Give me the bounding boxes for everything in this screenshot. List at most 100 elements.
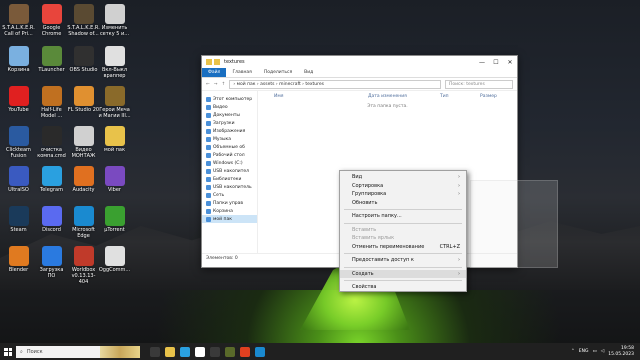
desktop-icon[interactable]: Корзина: [2, 44, 35, 73]
desktop-icon[interactable]: FL Studio 20: [67, 84, 100, 113]
nav-item[interactable]: Объемные об: [202, 143, 257, 151]
column-date[interactable]: Дата изменения: [368, 94, 440, 99]
nav-item[interactable]: Папки управ: [202, 199, 257, 207]
context-menu-item[interactable]: Настроить папку...: [340, 212, 466, 221]
taskbar-search[interactable]: ⌕ Поиск: [16, 345, 140, 358]
nav-item[interactable]: Windows (C:): [202, 159, 257, 167]
taskbar-app-icon[interactable]: [240, 346, 250, 357]
desktop-icon[interactable]: Clickteam Fusion: [2, 124, 35, 159]
desktop-icon[interactable]: Изменить сетку 5 и...: [98, 2, 131, 37]
context-menu-item[interactable]: Сортировка ›: [340, 182, 466, 191]
nav-item[interactable]: USB накопитель: [202, 183, 257, 191]
taskbar-app-icon[interactable]: [180, 346, 190, 357]
column-size[interactable]: Размер: [480, 94, 497, 99]
maximize-button[interactable]: ☐: [489, 59, 503, 66]
desktop-icon[interactable]: µTorrent: [98, 204, 131, 233]
desktop-icon-label: Worldbox v0.13.13-404: [71, 267, 96, 285]
taskbar-app-icon[interactable]: [165, 346, 175, 357]
minimize-button[interactable]: —: [475, 59, 489, 66]
context-menu-item[interactable]: Предоставить доступ к ›: [340, 256, 466, 265]
start-button[interactable]: [0, 343, 16, 360]
menu-separator: [344, 209, 462, 210]
tab-home[interactable]: Главная: [226, 70, 257, 75]
desktop-icon[interactable]: UltraISO: [2, 164, 35, 193]
context-menu-item[interactable]: Вид ›: [340, 173, 466, 182]
taskbar-app-icon[interactable]: [210, 346, 220, 357]
nav-item[interactable]: Музыка: [202, 135, 257, 143]
desktop-icon-label: Google Chrome: [41, 25, 62, 37]
tab-view[interactable]: Вид: [298, 70, 319, 75]
nav-item[interactable]: мой пак: [202, 215, 257, 223]
forward-arrow-icon[interactable]: →: [214, 82, 218, 87]
nav-item[interactable]: Этот компьютер: [202, 95, 257, 103]
nav-item[interactable]: Изображения: [202, 127, 257, 135]
column-name[interactable]: Имя: [274, 94, 368, 99]
folder-icon: [206, 104, 211, 110]
desktop-icon[interactable]: Герои Меча и Магии III...: [98, 84, 131, 119]
nav-item[interactable]: Рабочий стол: [202, 151, 257, 159]
nav-item[interactable]: Видео: [202, 103, 257, 111]
desktop-icon[interactable]: OBS Studio: [67, 44, 100, 73]
search-input[interactable]: Поиск: textures: [445, 79, 513, 89]
nav-item[interactable]: USB накопител: [202, 167, 257, 175]
desktop-icon[interactable]: Worldbox v0.13.13-404: [67, 244, 100, 285]
folder-icon: [206, 152, 211, 158]
app-icon: [8, 4, 29, 24]
app-icon: [73, 4, 94, 24]
nav-item[interactable]: Корзина: [202, 207, 257, 215]
taskbar: ⌕ Поиск ⌃ ENG ▭ ◁ 19:58 15.05.2023: [0, 343, 640, 360]
quick-access-toolbar[interactable]: [206, 59, 220, 65]
desktop-icon-label: Clickteam Fusion: [6, 147, 31, 159]
desktop-icon[interactable]: Audacity: [67, 164, 100, 193]
taskbar-app-icon[interactable]: [195, 346, 205, 357]
context-menu-item[interactable]: Создать ›: [340, 269, 466, 278]
taskbar-app-icon[interactable]: [150, 346, 160, 357]
desktop-icon[interactable]: YouTube: [2, 84, 35, 113]
tab-share[interactable]: Поделиться: [258, 70, 298, 75]
app-icon: [73, 86, 94, 106]
desktop-icon[interactable]: мой пак: [98, 124, 131, 153]
desktop-icon[interactable]: Видео МОНТАЖ: [67, 124, 100, 159]
taskbar-app-icon[interactable]: [255, 346, 265, 357]
desktop-icon[interactable]: Viber: [98, 164, 131, 193]
desktop-icon[interactable]: Blender: [2, 244, 35, 273]
app-icon: [8, 166, 29, 186]
desktop-icon[interactable]: Telegram: [35, 164, 68, 193]
column-headers: Имя Дата изменения Тип Размер: [258, 91, 517, 101]
address-bar[interactable]: › мой пак › assets › minecraft › texture…: [229, 79, 441, 89]
language-indicator[interactable]: ENG: [579, 349, 589, 354]
clock[interactable]: 19:58 15.05.2023: [608, 346, 634, 357]
nav-item[interactable]: Загрузки: [202, 119, 257, 127]
nav-item[interactable]: Библиотеки: [202, 175, 257, 183]
desktop-icon[interactable]: S.T.A.L.K.E.R. Call of Pri...: [2, 2, 35, 37]
close-button[interactable]: ✕: [503, 59, 517, 66]
nav-item[interactable]: Документы: [202, 111, 257, 119]
desktop-icon[interactable]: очистка компа.cmd: [35, 124, 68, 159]
column-type[interactable]: Тип: [440, 94, 480, 99]
context-menu-item[interactable]: Свойства: [340, 283, 466, 292]
context-menu-item[interactable]: Группировка ›: [340, 190, 466, 199]
desktop-icon[interactable]: Загрузка ПО: [35, 244, 68, 279]
back-arrow-icon[interactable]: ←: [206, 82, 210, 87]
desktop-icon[interactable]: Вкл-Выкл враппер: [98, 44, 131, 79]
desktop-icon[interactable]: Google Chrome: [35, 2, 68, 37]
desktop-icon[interactable]: TLauncher: [35, 44, 68, 73]
desktop-icon[interactable]: OggComm...: [98, 244, 131, 273]
desktop-icon[interactable]: Steam: [2, 204, 35, 233]
nav-item[interactable]: Сеть: [202, 191, 257, 199]
nav-item-label: Корзина: [213, 208, 233, 214]
window-titlebar[interactable]: textures — ☐ ✕: [202, 56, 517, 68]
context-menu-item[interactable]: Отменить переименование CTRL+Z: [340, 243, 466, 252]
network-icon[interactable]: ▭: [593, 349, 597, 354]
desktop-icon[interactable]: Half-Life Model ...: [35, 84, 68, 119]
chevron-up-icon[interactable]: ⌃: [571, 349, 575, 354]
up-arrow-icon[interactable]: ↑: [222, 82, 226, 87]
tab-file[interactable]: Файл: [202, 68, 227, 77]
app-icon: [41, 86, 62, 106]
desktop-icon[interactable]: Microsoft Edge: [67, 204, 100, 239]
desktop-icon[interactable]: Discord: [35, 204, 68, 233]
context-menu-item[interactable]: Обновить: [340, 199, 466, 208]
taskbar-app-icon[interactable]: [225, 346, 235, 357]
desktop-icon[interactable]: S.T.A.L.K.E.R. Shadow of...: [67, 2, 100, 37]
volume-icon[interactable]: ◁: [601, 349, 604, 354]
